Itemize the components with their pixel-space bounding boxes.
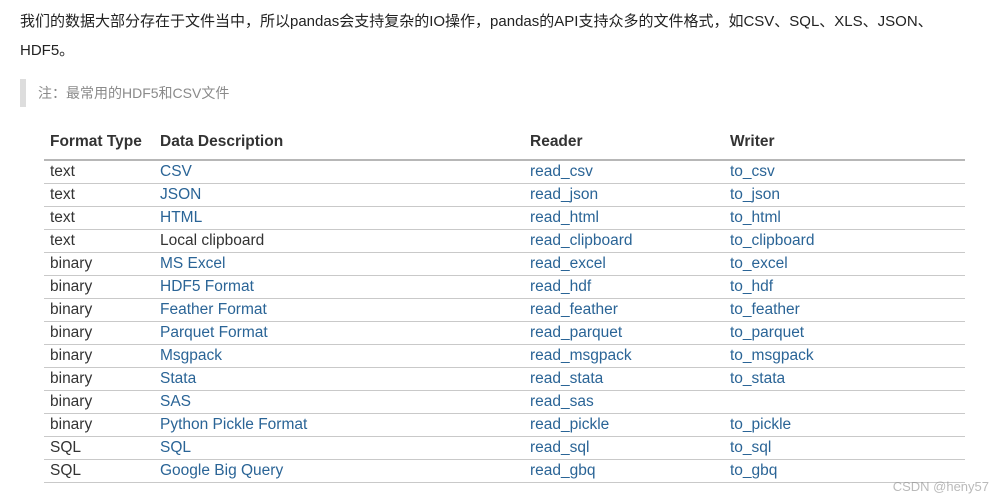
cell-format-type: binary xyxy=(44,345,154,368)
cell-reader[interactable]: read_stata xyxy=(524,368,724,391)
cell-reader[interactable]: read_pickle xyxy=(524,414,724,437)
table-row: binaryMsgpackread_msgpackto_msgpack xyxy=(44,345,965,368)
table-row: binaryParquet Formatread_parquetto_parqu… xyxy=(44,322,965,345)
cell-format-type: binary xyxy=(44,253,154,276)
cell-writer[interactable]: to_html xyxy=(724,207,965,230)
header-data-description: Data Description xyxy=(154,129,524,160)
table-row: binaryMS Excelread_excelto_excel xyxy=(44,253,965,276)
note-block: 注：最常用的HDF5和CSV文件 xyxy=(20,79,979,107)
cell-data-description[interactable]: HDF5 Format xyxy=(154,276,524,299)
header-format-type: Format Type xyxy=(44,129,154,160)
cell-reader[interactable]: read_csv xyxy=(524,160,724,184)
cell-format-type: binary xyxy=(44,299,154,322)
cell-reader[interactable]: read_json xyxy=(524,184,724,207)
cell-data-description[interactable]: Python Pickle Format xyxy=(154,414,524,437)
cell-data-description[interactable]: Feather Format xyxy=(154,299,524,322)
table-row: textJSONread_jsonto_json xyxy=(44,184,965,207)
cell-reader[interactable]: read_html xyxy=(524,207,724,230)
cell-writer[interactable]: to_hdf xyxy=(724,276,965,299)
table-row: binaryPython Pickle Formatread_pickleto_… xyxy=(44,414,965,437)
cell-format-type: binary xyxy=(44,391,154,414)
cell-writer[interactable]: to_json xyxy=(724,184,965,207)
cell-writer[interactable]: to_gbq xyxy=(724,460,965,483)
cell-writer[interactable]: to_stata xyxy=(724,368,965,391)
table-row: SQLSQLread_sqlto_sql xyxy=(44,437,965,460)
cell-format-type: binary xyxy=(44,322,154,345)
cell-writer[interactable]: to_clipboard xyxy=(724,230,965,253)
cell-writer[interactable]: to_sql xyxy=(724,437,965,460)
cell-format-type: SQL xyxy=(44,460,154,483)
table-row: textCSVread_csvto_csv xyxy=(44,160,965,184)
cell-format-type: text xyxy=(44,184,154,207)
cell-writer[interactable]: to_msgpack xyxy=(724,345,965,368)
cell-format-type: text xyxy=(44,230,154,253)
cell-reader[interactable]: read_msgpack xyxy=(524,345,724,368)
cell-format-type: binary xyxy=(44,368,154,391)
cell-writer[interactable]: to_pickle xyxy=(724,414,965,437)
io-formats-table: Format Type Data Description Reader Writ… xyxy=(44,129,965,483)
table-row: textLocal clipboardread_clipboardto_clip… xyxy=(44,230,965,253)
intro-text: 我们的数据大部分存在于文件当中，所以pandas会支持复杂的IO操作，panda… xyxy=(20,8,979,65)
cell-data-description: Local clipboard xyxy=(154,230,524,253)
cell-format-type: binary xyxy=(44,276,154,299)
cell-data-description[interactable]: SQL xyxy=(154,437,524,460)
cell-data-description[interactable]: Stata xyxy=(154,368,524,391)
table-row: textHTMLread_htmlto_html xyxy=(44,207,965,230)
cell-format-type: text xyxy=(44,207,154,230)
cell-reader[interactable]: read_feather xyxy=(524,299,724,322)
cell-reader[interactable]: read_excel xyxy=(524,253,724,276)
cell-reader[interactable]: read_hdf xyxy=(524,276,724,299)
cell-writer xyxy=(724,391,965,414)
cell-format-type: text xyxy=(44,160,154,184)
cell-writer[interactable]: to_csv xyxy=(724,160,965,184)
cell-data-description[interactable]: SAS xyxy=(154,391,524,414)
table-row: binaryStataread_statato_stata xyxy=(44,368,965,391)
cell-data-description[interactable]: HTML xyxy=(154,207,524,230)
cell-data-description[interactable]: MS Excel xyxy=(154,253,524,276)
table-row: binarySASread_sas xyxy=(44,391,965,414)
cell-data-description[interactable]: CSV xyxy=(154,160,524,184)
table-row: binaryFeather Formatread_featherto_feath… xyxy=(44,299,965,322)
cell-data-description[interactable]: Google Big Query xyxy=(154,460,524,483)
cell-reader[interactable]: read_gbq xyxy=(524,460,724,483)
cell-writer[interactable]: to_feather xyxy=(724,299,965,322)
cell-reader[interactable]: read_sas xyxy=(524,391,724,414)
cell-format-type: SQL xyxy=(44,437,154,460)
cell-reader[interactable]: read_parquet xyxy=(524,322,724,345)
cell-writer[interactable]: to_excel xyxy=(724,253,965,276)
cell-data-description[interactable]: Msgpack xyxy=(154,345,524,368)
cell-format-type: binary xyxy=(44,414,154,437)
header-reader: Reader xyxy=(524,129,724,160)
cell-reader[interactable]: read_clipboard xyxy=(524,230,724,253)
cell-data-description[interactable]: Parquet Format xyxy=(154,322,524,345)
note-text: 注：最常用的HDF5和CSV文件 xyxy=(38,85,229,101)
cell-writer[interactable]: to_parquet xyxy=(724,322,965,345)
table-row: SQLGoogle Big Queryread_gbqto_gbq xyxy=(44,460,965,483)
cell-reader[interactable]: read_sql xyxy=(524,437,724,460)
cell-data-description[interactable]: JSON xyxy=(154,184,524,207)
header-writer: Writer xyxy=(724,129,965,160)
table-header-row: Format Type Data Description Reader Writ… xyxy=(44,129,965,160)
table-row: binaryHDF5 Formatread_hdfto_hdf xyxy=(44,276,965,299)
